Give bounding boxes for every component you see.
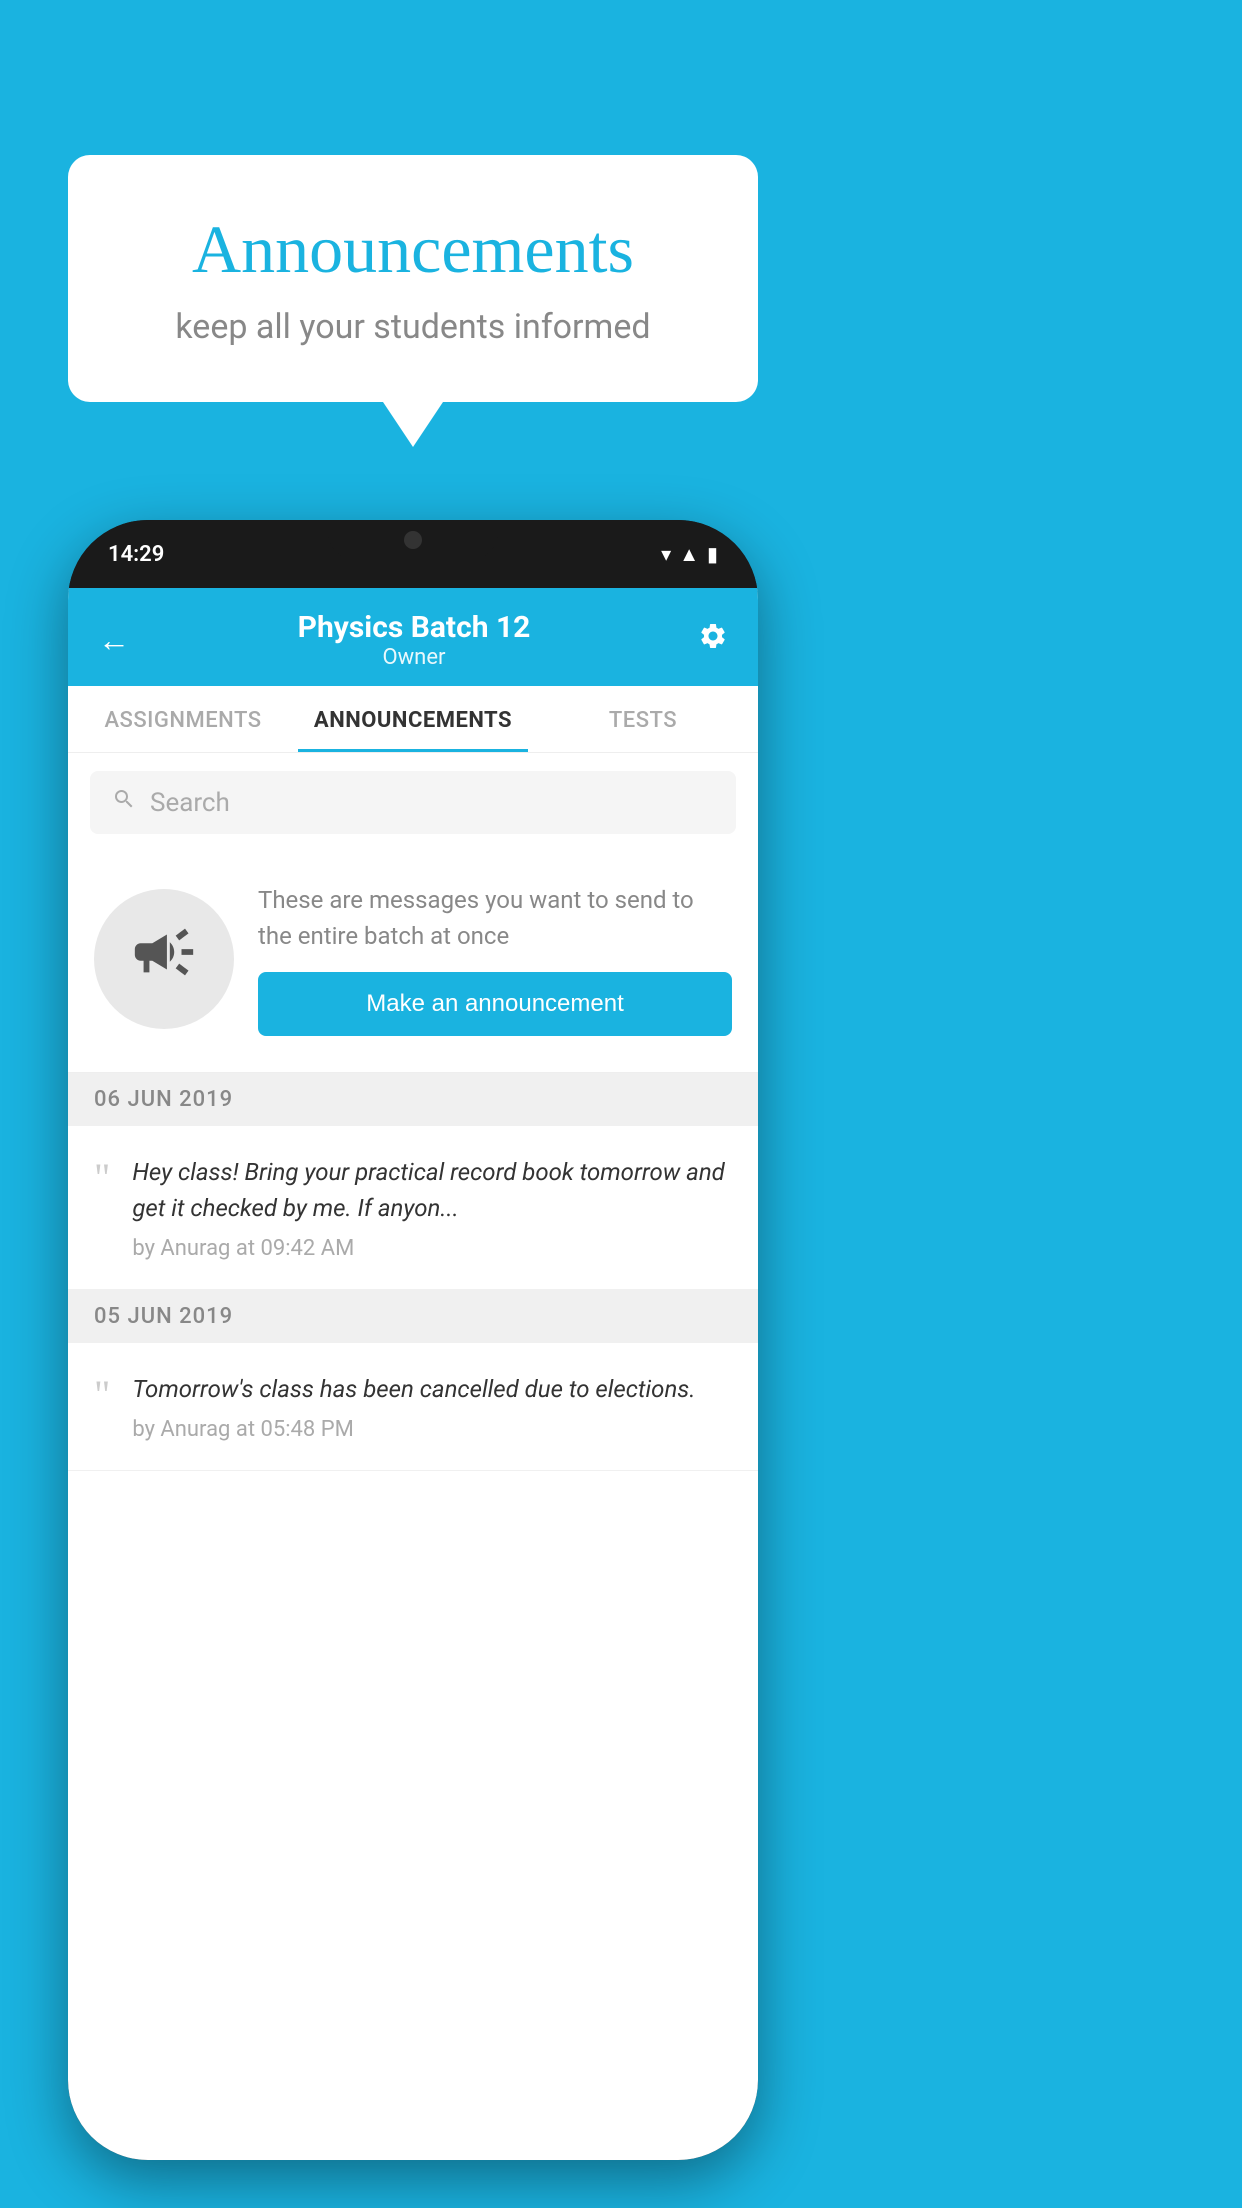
phone-frame: 14:29 ▾ ▲ ▮ ← Physics Batch 12 Owner xyxy=(68,520,758,2160)
tab-tests[interactable]: TESTS xyxy=(528,686,758,752)
back-button[interactable]: ← xyxy=(98,621,130,659)
quote-icon-1: " xyxy=(94,1158,110,1198)
announcement-item-1[interactable]: " Hey class! Bring your practical record… xyxy=(68,1126,758,1290)
search-input[interactable]: Search xyxy=(150,788,230,818)
announcement-content-1: Hey class! Bring your practical record b… xyxy=(132,1154,732,1261)
announcement-meta-2: by Anurag at 05:48 PM xyxy=(132,1417,695,1442)
status-icons: ▾ ▲ ▮ xyxy=(661,542,718,567)
tabs-bar: ASSIGNMENTS ANNOUNCEMENTS TESTS xyxy=(68,686,758,753)
phone-screen: ← Physics Batch 12 Owner ASSIGNMENTS ANN… xyxy=(68,588,758,2160)
camera xyxy=(404,531,422,549)
promo-icon-circle xyxy=(94,889,234,1029)
batch-title: Physics Batch 12 xyxy=(130,610,698,645)
app-header: ← Physics Batch 12 Owner xyxy=(68,588,758,686)
date-separator-1: 06 JUN 2019 xyxy=(68,1073,758,1126)
promo-description: These are messages you want to send to t… xyxy=(258,882,732,954)
make-announcement-button[interactable]: Make an announcement xyxy=(258,972,732,1036)
speech-bubble-subtitle: keep all your students informed xyxy=(118,307,708,347)
battery-icon: ▮ xyxy=(707,542,718,566)
tab-announcements[interactable]: ANNOUNCEMENTS xyxy=(298,686,528,752)
search-container: Search xyxy=(68,753,758,852)
speech-bubble-title: Announcements xyxy=(118,210,708,289)
promo-right: These are messages you want to send to t… xyxy=(258,882,732,1036)
speech-bubble-container: Announcements keep all your students inf… xyxy=(68,155,758,402)
megaphone-icon xyxy=(129,917,199,1002)
date-separator-2: 05 JUN 2019 xyxy=(68,1290,758,1343)
promo-card: These are messages you want to send to t… xyxy=(68,852,758,1073)
status-bar: 14:29 ▾ ▲ ▮ xyxy=(68,520,758,588)
announcement-item-2[interactable]: " Tomorrow's class has been cancelled du… xyxy=(68,1343,758,1471)
speech-bubble: Announcements keep all your students inf… xyxy=(68,155,758,402)
announcement-content-2: Tomorrow's class has been cancelled due … xyxy=(132,1371,695,1442)
signal-icon: ▲ xyxy=(679,542,699,567)
tab-assignments[interactable]: ASSIGNMENTS xyxy=(68,686,298,752)
date-label-2: 05 JUN 2019 xyxy=(94,1304,233,1329)
date-label-1: 06 JUN 2019 xyxy=(94,1087,233,1112)
announcement-meta-1: by Anurag at 09:42 AM xyxy=(132,1236,732,1261)
quote-icon-2: " xyxy=(94,1375,110,1415)
search-icon xyxy=(112,787,136,818)
announcement-message-1: Hey class! Bring your practical record b… xyxy=(132,1154,732,1226)
header-title-block: Physics Batch 12 Owner xyxy=(130,610,698,670)
settings-icon[interactable] xyxy=(698,621,728,659)
notch xyxy=(328,520,498,560)
announcement-message-2: Tomorrow's class has been cancelled due … xyxy=(132,1371,695,1407)
status-time: 14:29 xyxy=(108,542,164,567)
wifi-icon: ▾ xyxy=(661,542,671,566)
search-bar[interactable]: Search xyxy=(90,771,736,834)
batch-subtitle: Owner xyxy=(130,645,698,670)
